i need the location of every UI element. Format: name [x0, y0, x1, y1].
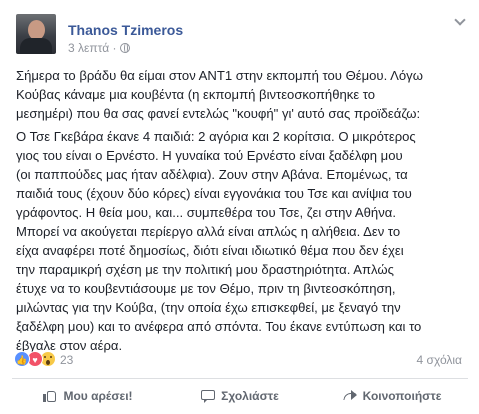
share-button[interactable]: Κοινοποιήστε [316, 384, 468, 408]
reactions-bar: 👍 ♥ 23 4 σχόλια [14, 351, 466, 369]
divider [12, 378, 468, 379]
comments-count[interactable]: 4 σχόλια [417, 353, 462, 367]
like-button[interactable]: Μου αρέσει! [12, 384, 164, 408]
text-line: Κούβας κάναμε μια κουβέντα (η εκπομπή βι… [16, 87, 376, 102]
text-line: μιλώντας για την Κούβα, (την οποία έχω ε… [16, 300, 401, 315]
author-name[interactable]: Thanos Tzimeros [68, 22, 183, 38]
text-line: γράφοντος. Η θεία μου, και... συμπεθέρα … [16, 205, 396, 220]
facebook-post: Thanos Tzimeros 3 λεπτά · Σήμερα το βράδ… [0, 0, 479, 414]
share-icon [343, 389, 357, 403]
post-body: Σήμερα το βράδυ θα είμαι στον ΑΝΤ1 στην … [16, 66, 468, 359]
comment-button[interactable]: Σχολιάστε [164, 384, 316, 408]
reaction-count[interactable]: 23 [60, 353, 73, 367]
text-line: έτυχε να το κουβεντιάσουμε με τον Θέμο, … [16, 281, 396, 296]
thumbs-up-icon [43, 389, 57, 403]
share-label: Κοινοποιήστε [362, 389, 442, 403]
text-line: (οι παππούδες μας ήταν αδέλφια). Ζουν στ… [16, 167, 408, 182]
action-bar: Μου αρέσει! Σχολιάστε Κοινοποιήστε [12, 384, 468, 408]
like-reaction-icon[interactable]: 👍 [14, 351, 30, 367]
avatar-shirt [20, 38, 52, 54]
text-line: Ο Τσε Γκεβάρα έκανε 4 παιδιά: 2 αγόρια κ… [16, 129, 416, 144]
text-line: μεσημέρι) που θα σας φανεί εντελώς "κουφ… [16, 106, 421, 121]
comment-icon [201, 389, 216, 403]
comment-label: Σχολιάστε [221, 389, 279, 403]
avatar[interactable] [16, 14, 56, 54]
text-line: Μπορεί να ακούγεται περίεργο αλλά είναι … [16, 224, 401, 239]
like-label: Μου αρέσει! [63, 389, 133, 403]
text-line: παιδιά τους (έχουν δύο κόρες) είναι εγγο… [16, 186, 412, 201]
text-line: ξαδέλφη μου) και το ανέφερα από σπόντα. … [16, 319, 422, 334]
text-line: είχα αναφέρει ποτέ δημοσίως, διότι είναι… [16, 243, 404, 258]
text-line: την παραμικρή σχέση με την πολιτική μου … [16, 262, 394, 277]
avatar-face [28, 20, 45, 40]
chevron-down-icon[interactable] [454, 14, 466, 26]
post-meta: 3 λεπτά · [68, 41, 131, 55]
post-header: Thanos Tzimeros 3 λεπτά · [10, 8, 470, 56]
globe-icon [120, 43, 131, 53]
text-line: Σήμερα το βράδυ θα είμαι στον ΑΝΤ1 στην … [16, 68, 423, 83]
post-paragraph: Ο Τσε Γκεβάρα έκανε 4 παιδιά: 2 αγόρια κ… [16, 127, 468, 355]
post-time[interactable]: 3 λεπτά · [68, 41, 116, 55]
post-paragraph: Σήμερα το βράδυ θα είμαι στον ΑΝΤ1 στην … [16, 66, 468, 123]
text-line: γιος του είναι ο Ερνέστο. Η γυναίκα τού … [16, 148, 403, 163]
